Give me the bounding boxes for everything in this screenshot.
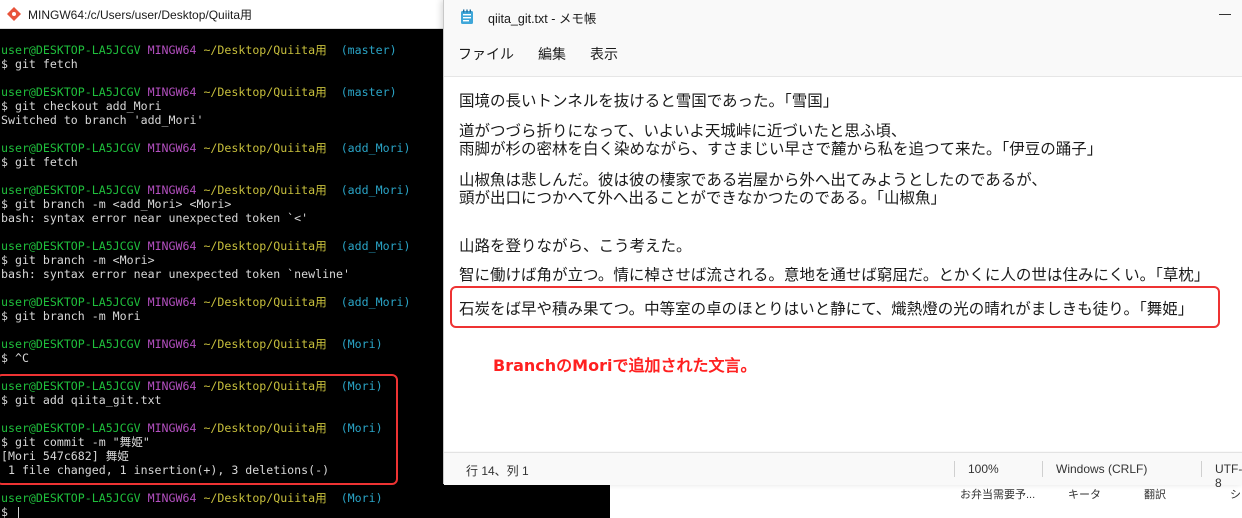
prompt-path: ~/Desktop/Quiita用 (203, 491, 327, 505)
prompt-mingw: MINGW64 (147, 295, 197, 309)
encoding: UTF-8 (1215, 462, 1242, 490)
prompt-path: ~/Desktop/Quiita用 (203, 337, 327, 351)
text-line: 山路を登りながら、こう考えた。 (459, 238, 692, 255)
prompt-branch: (add_Mori) (340, 183, 411, 197)
prompt-mingw: MINGW64 (147, 141, 197, 155)
prompt-mingw: MINGW64 (147, 337, 197, 351)
prompt-mingw: MINGW64 (147, 85, 197, 99)
prompt-branch: (master) (340, 85, 397, 99)
cursor-position: 行 14、列 1 (466, 464, 529, 478)
prompt-branch: (Mori) (340, 337, 383, 351)
zoom-level: 100% (968, 462, 999, 476)
status-divider (954, 461, 955, 477)
prompt-path: ~/Desktop/Quiita用 (203, 239, 327, 253)
terminal-title: MINGW64:/c/Users/user/Desktop/Quiita用 (28, 7, 253, 22)
menu-view[interactable]: 表示 (590, 44, 618, 64)
prompt-user: user@DESKTOP-LA5JCGV (1, 43, 141, 57)
commit-highlight-box (0, 374, 398, 485)
prompt-branch: (add_Mori) (340, 295, 411, 309)
notepad-statusbar: 行 14、列 1 100% Windows (CRLF) UTF-8 (444, 452, 1242, 490)
notepad-title: qiita_git.txt - メモ帳 (488, 11, 597, 26)
annotation-label: BranchのMoriで追加された文言。 (493, 356, 757, 375)
prompt-user: user@DESKTOP-LA5JCGV (1, 183, 141, 197)
notepad-menubar: ファイル 編集 表示 (444, 34, 1242, 74)
text-line: 国境の長いトンネルを抜けると雪国であった。「雪国」 (459, 93, 839, 110)
background-taskbar: お弁当需要予... キータ 翻訳 シ (610, 484, 1242, 518)
prompt-branch: (add_Mori) (340, 141, 411, 155)
prompt-mingw: MINGW64 (147, 239, 197, 253)
prompt-user: user@DESKTOP-LA5JCGV (1, 85, 141, 99)
taskbar-item[interactable]: お弁当需要予... (960, 486, 1035, 502)
output-line: $ | (1, 505, 22, 518)
prompt-path: ~/Desktop/Quiita用 (203, 295, 327, 309)
prompt-path: ~/Desktop/Quiita用 (203, 141, 327, 155)
prompt-path: ~/Desktop/Quiita用 (203, 183, 327, 197)
prompt-branch: (Mori) (340, 491, 383, 505)
prompt-line: user@DESKTOP-LA5JCGV MINGW64 ~/Desktop/Q… (1, 491, 610, 505)
prompt-user: user@DESKTOP-LA5JCGV (1, 337, 141, 351)
added-text-highlight-box (450, 286, 1220, 328)
notepad-text-area[interactable]: 国境の長いトンネルを抜けると雪国であった。「雪国」 道がつづら折りになって、いよ… (444, 76, 1242, 451)
prompt-branch: (add_Mori) (340, 239, 411, 253)
menu-edit[interactable]: 編集 (538, 44, 566, 64)
notepad-window[interactable]: qiita_git.txt - メモ帳 ファイル 編集 表示 国境の長いトンネル… (443, 0, 1242, 490)
minimize-button[interactable] (1219, 14, 1231, 15)
taskbar-item[interactable]: キータ (1068, 486, 1101, 502)
git-bash-icon (7, 7, 21, 21)
text-line: 頭が出口につかへて外へ出ることができなかつたのである。「山椒魚」 (459, 190, 947, 207)
status-divider (1042, 461, 1043, 477)
text-line: 智に働けば角が立つ。情に棹させば流される。意地を通せば窮屈だ。とかくに人の世は住… (459, 267, 1210, 284)
prompt-user: user@DESKTOP-LA5JCGV (1, 491, 141, 505)
notepad-icon (461, 9, 473, 24)
prompt-path: ~/Desktop/Quiita用 (203, 43, 327, 57)
status-divider (1201, 461, 1202, 477)
prompt-path: ~/Desktop/Quiita用 (203, 85, 327, 99)
line-ending: Windows (CRLF) (1056, 462, 1148, 476)
prompt-user: user@DESKTOP-LA5JCGV (1, 295, 141, 309)
prompt-mingw: MINGW64 (147, 183, 197, 197)
menu-file[interactable]: ファイル (458, 44, 514, 64)
prompt-user: user@DESKTOP-LA5JCGV (1, 141, 141, 155)
text-line: 雨脚が杉の密林を白く染めながら、すさまじい早さで麓から私を追つて来た。「伊豆の踊… (459, 141, 1103, 158)
prompt-branch: (master) (340, 43, 397, 57)
taskbar-item[interactable]: 翻訳 (1144, 486, 1166, 502)
notepad-titlebar: qiita_git.txt - メモ帳 (444, 0, 1242, 34)
prompt-mingw: MINGW64 (147, 43, 197, 57)
prompt-user: user@DESKTOP-LA5JCGV (1, 239, 141, 253)
prompt-mingw: MINGW64 (147, 491, 197, 505)
